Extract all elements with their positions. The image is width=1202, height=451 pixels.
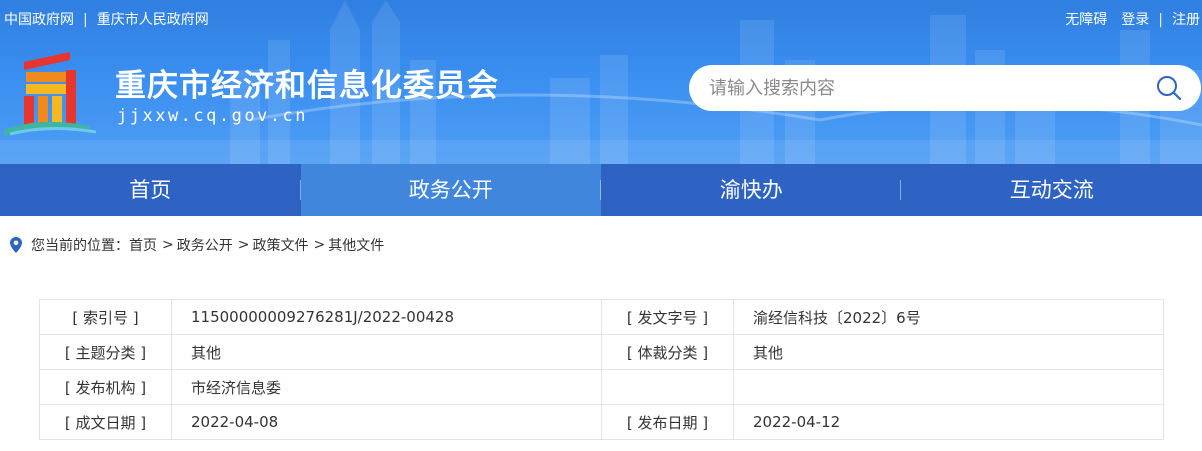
- nav-item-yukuaiban[interactable]: 渝快办: [601, 164, 902, 216]
- label-genre-category: [ 体裁分类 ]: [601, 334, 734, 370]
- breadcrumb-separator: >: [313, 237, 326, 253]
- breadcrumb-item-home[interactable]: 首页: [129, 235, 157, 255]
- site-domain: jjxxw.cq.gov.cn: [117, 106, 309, 126]
- site-header: 中国政府网 | 重庆市人民政府网 无障碍 登录 | 注册 重庆市经济和信息化委员会 jjx…: [0, 0, 1202, 164]
- register-link[interactable]: 注册: [1172, 12, 1200, 28]
- nav-item-home[interactable]: 首页: [0, 164, 301, 216]
- top-links-right: 无障碍 登录 | 注册: [1065, 9, 1200, 29]
- search-box: [689, 65, 1201, 111]
- breadcrumb: 您当前的位置： 首页 > 政务公开 > 政策文件 > 其他文件: [10, 235, 384, 255]
- label-publishing-agency: [ 发布机构 ]: [39, 369, 172, 405]
- label-document-number: [ 发文字号 ]: [601, 299, 734, 335]
- table-row: [ 主题分类 ] 其他 [ 体裁分类 ] 其他: [39, 334, 1164, 370]
- value-document-number: 渝经信科技〔2022〕6号: [733, 299, 1164, 335]
- value-publish-date: 2022-04-12: [733, 404, 1164, 440]
- value-genre-category: 其他: [733, 334, 1164, 370]
- breadcrumb-separator: >: [237, 237, 250, 253]
- label-written-date: [ 成文日期 ]: [39, 404, 172, 440]
- search-input[interactable]: [709, 65, 1129, 111]
- link-china-gov[interactable]: 中国政府网: [4, 12, 74, 28]
- login-link[interactable]: 登录: [1121, 12, 1149, 28]
- search-icon[interactable]: [1155, 74, 1183, 102]
- breadcrumb-separator: >: [162, 237, 174, 253]
- nav-item-interaction[interactable]: 互动交流: [902, 164, 1202, 216]
- top-links-left: 中国政府网 | 重庆市人民政府网: [4, 9, 209, 29]
- value-index-number: 11500000009276281J/2022-00428: [171, 299, 602, 335]
- nav-divider: [300, 180, 301, 200]
- empty-cell: [601, 369, 734, 405]
- table-row: [ 发布机构 ] 市经济信息委: [39, 369, 1164, 405]
- accessibility-link[interactable]: 无障碍: [1065, 12, 1107, 28]
- breadcrumb-prefix: 您当前的位置：: [31, 238, 129, 254]
- nav-item-government-affairs[interactable]: 政务公开: [300, 164, 601, 216]
- divider: |: [83, 12, 88, 28]
- label-publish-date: [ 发布日期 ]: [601, 404, 734, 440]
- label-topic-category: [ 主题分类 ]: [39, 334, 172, 370]
- site-title: 重庆市经济和信息化委员会: [115, 68, 499, 104]
- nav-divider: [600, 180, 601, 200]
- site-logo-icon[interactable]: [0, 46, 100, 136]
- breadcrumb-item-policy-documents[interactable]: 政策文件: [252, 235, 308, 255]
- table-row: [ 索引号 ] 11500000009276281J/2022-00428 [ …: [39, 299, 1164, 335]
- label-index-number: [ 索引号 ]: [39, 299, 172, 335]
- value-written-date: 2022-04-08: [171, 404, 602, 440]
- breadcrumb-item-other-documents[interactable]: 其他文件: [328, 235, 384, 255]
- link-chongqing-gov[interactable]: 重庆市人民政府网: [97, 12, 209, 28]
- nav-divider: [900, 180, 901, 200]
- empty-cell: [733, 369, 1164, 405]
- table-row: [ 成文日期 ] 2022-04-08 [ 发布日期 ] 2022-04-12: [39, 404, 1164, 440]
- value-publishing-agency: 市经济信息委: [171, 369, 602, 405]
- divider: |: [1158, 12, 1163, 28]
- main-nav: 首页 政务公开 渝快办 互动交流: [0, 164, 1202, 216]
- location-pin-icon: [10, 237, 22, 253]
- value-topic-category: 其他: [171, 334, 602, 370]
- document-info-table: [ 索引号 ] 11500000009276281J/2022-00428 [ …: [39, 299, 1164, 440]
- breadcrumb-item-government-affairs[interactable]: 政务公开: [177, 235, 233, 255]
